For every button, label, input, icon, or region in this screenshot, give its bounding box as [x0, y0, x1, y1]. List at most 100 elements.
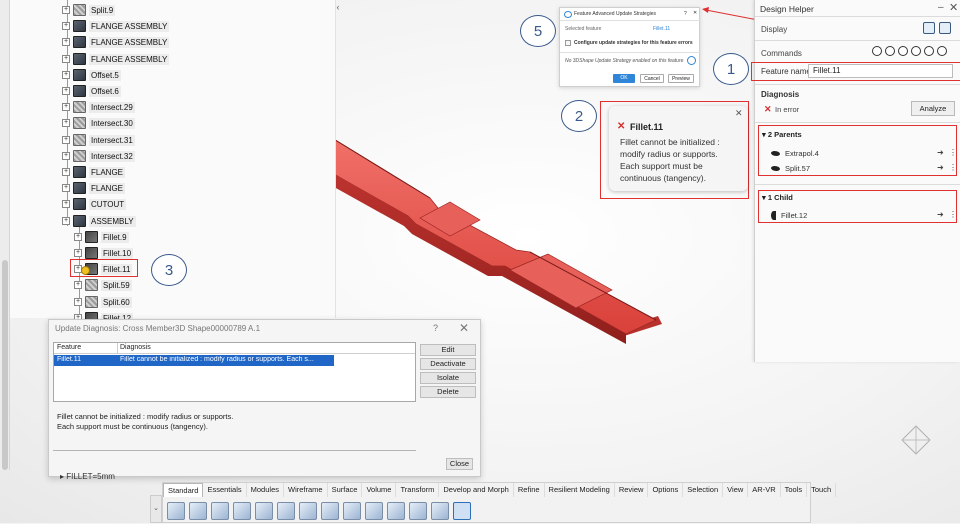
strategy-icon[interactable]: [937, 46, 947, 56]
tab-wireframe[interactable]: Wireframe: [284, 483, 328, 497]
expand-icon[interactable]: +: [74, 281, 82, 289]
display-settings-icon[interactable]: [939, 22, 951, 34]
feature-name-field[interactable]: Fillet.11: [808, 64, 953, 78]
expand-icon[interactable]: +: [62, 136, 70, 144]
close-button[interactable]: Close: [446, 458, 473, 470]
expand-icon[interactable]: +: [62, 71, 70, 79]
table-row[interactable]: Fillet.11 Fillet cannot be initialized :…: [54, 355, 334, 366]
scrollbar-thumb[interactable]: [2, 260, 8, 470]
tab-resilient-modeling[interactable]: Resilient Modeling: [545, 483, 615, 497]
copy-icon[interactable]: [189, 502, 207, 520]
child-item[interactable]: Fillet.12: [771, 209, 807, 221]
child-header[interactable]: ▾ 1 Child: [762, 193, 793, 202]
column-feature[interactable]: Feature: [57, 344, 81, 351]
settings-icon[interactable]: [687, 56, 696, 65]
tree-node[interactable]: + FLANGE ASSEMBLY: [62, 51, 170, 67]
expand-icon[interactable]: +: [62, 217, 70, 225]
more-icon[interactable]: ⋮: [949, 148, 957, 157]
toolbar-expand-icon[interactable]: ⌄: [150, 495, 162, 523]
tree-node[interactable]: + Split.60: [74, 294, 132, 310]
expand-icon[interactable]: +: [62, 168, 70, 176]
tree-node[interactable]: + Intersect.30: [62, 115, 135, 131]
expand-icon[interactable]: +: [62, 22, 70, 30]
navigate-arrow-icon[interactable]: ➜: [937, 163, 944, 172]
tree-node[interactable]: + Offset.5: [62, 67, 121, 83]
expand-icon[interactable]: +: [62, 55, 70, 63]
expand-icon[interactable]: +: [62, 119, 70, 127]
analyze-button[interactable]: Analyze: [911, 101, 955, 116]
more-icon[interactable]: ⋮: [949, 210, 957, 219]
tab-options[interactable]: Options: [648, 483, 684, 497]
search-icon[interactable]: [924, 46, 934, 56]
close-icon[interactable]: ✕: [949, 1, 958, 14]
fas-preview-button[interactable]: Preview: [668, 74, 694, 83]
move-icon[interactable]: [409, 502, 427, 520]
tree-node[interactable]: + FLANGE: [62, 180, 126, 196]
navigate-arrow-icon[interactable]: ➜: [937, 148, 944, 157]
replace-icon[interactable]: [898, 46, 908, 56]
tree-node[interactable]: + CUTOUT: [62, 196, 127, 212]
gear-icon[interactable]: [321, 502, 339, 520]
expand-icon[interactable]: +: [62, 184, 70, 192]
navigate-arrow-icon[interactable]: ➜: [937, 210, 944, 219]
zoom-icon[interactable]: [255, 502, 273, 520]
tab-transform[interactable]: Transform: [396, 483, 440, 497]
tree-node[interactable]: + Intersect.32: [62, 148, 135, 164]
collapse-tree-icon[interactable]: ‹: [332, 2, 344, 12]
fas-close-icon[interactable]: ✕: [693, 10, 697, 16]
tab-surface[interactable]: Surface: [328, 483, 363, 497]
tree-node[interactable]: + FLANGE: [62, 164, 126, 180]
undo-icon[interactable]: [233, 502, 251, 520]
delete-button[interactable]: Delete: [420, 386, 476, 398]
isolate-icon[interactable]: [365, 502, 383, 520]
replace-icon[interactable]: [387, 502, 405, 520]
tree-node[interactable]: + Intersect.29: [62, 99, 135, 115]
tab-view[interactable]: View: [723, 483, 749, 497]
tree-node[interactable]: + Split.59: [74, 277, 132, 293]
more-icon[interactable]: ⋮: [949, 163, 957, 172]
expand-icon[interactable]: +: [74, 249, 82, 257]
fas-checkbox-label[interactable]: Configure update strategies for this fea…: [574, 40, 693, 46]
expand-icon[interactable]: +: [62, 6, 70, 14]
expand-icon[interactable]: +: [74, 233, 82, 241]
tab-develop-and-morph[interactable]: Develop and Morph: [439, 483, 514, 497]
tree-node[interactable]: + FLANGE ASSEMBLY: [62, 34, 170, 50]
cut-icon[interactable]: [167, 502, 185, 520]
fas-ok-button[interactable]: OK: [613, 74, 635, 83]
parent-item[interactable]: Split.57: [771, 162, 810, 174]
tree-node[interactable]: + Split.9: [62, 2, 116, 18]
fas-help-icon[interactable]: ?: [684, 11, 687, 17]
close-icon[interactable]: ✕: [459, 321, 469, 335]
tree-node[interactable]: + Offset.6: [62, 83, 121, 99]
tree-node[interactable]: + ASSEMBLY: [62, 213, 136, 229]
tab-ar-vr[interactable]: AR-VR: [748, 483, 781, 497]
column-diagnosis[interactable]: Diagnosis: [120, 344, 151, 351]
update-all-icon[interactable]: [343, 502, 361, 520]
isolate-button[interactable]: Isolate: [420, 372, 476, 384]
expand-icon[interactable]: +: [62, 200, 70, 208]
expand-icon[interactable]: +: [62, 38, 70, 46]
expand-icon[interactable]: +: [62, 87, 70, 95]
tab-volume[interactable]: Volume: [362, 483, 397, 497]
compass-icon[interactable]: [898, 424, 934, 458]
tree-node[interactable]: + FLANGE ASSEMBLY: [62, 18, 170, 34]
eye-icon[interactable]: [923, 22, 935, 34]
tooltip-close-icon[interactable]: ✕: [735, 108, 743, 119]
pencil-icon[interactable]: [872, 46, 882, 56]
deactivate-button[interactable]: Deactivate: [420, 358, 476, 370]
tab-refine[interactable]: Refine: [514, 483, 545, 497]
expand-icon[interactable]: +: [62, 103, 70, 111]
edit-button[interactable]: Edit: [420, 344, 476, 356]
parents-header[interactable]: ▾ 2 Parents: [762, 130, 802, 139]
tab-touch[interactable]: Touch: [807, 483, 837, 497]
isolate-icon[interactable]: [911, 46, 921, 56]
tab-essentials[interactable]: Essentials: [203, 483, 247, 497]
tab-review[interactable]: Review: [615, 483, 649, 497]
parent-item[interactable]: Extrapol.4: [771, 147, 819, 159]
expand-icon[interactable]: +: [62, 152, 70, 160]
tab-modules[interactable]: Modules: [247, 483, 284, 497]
tab-selection[interactable]: Selection: [683, 483, 724, 497]
expand-icon[interactable]: +: [74, 298, 82, 306]
update-icon[interactable]: [885, 46, 895, 56]
fas-checkbox[interactable]: [565, 40, 571, 46]
